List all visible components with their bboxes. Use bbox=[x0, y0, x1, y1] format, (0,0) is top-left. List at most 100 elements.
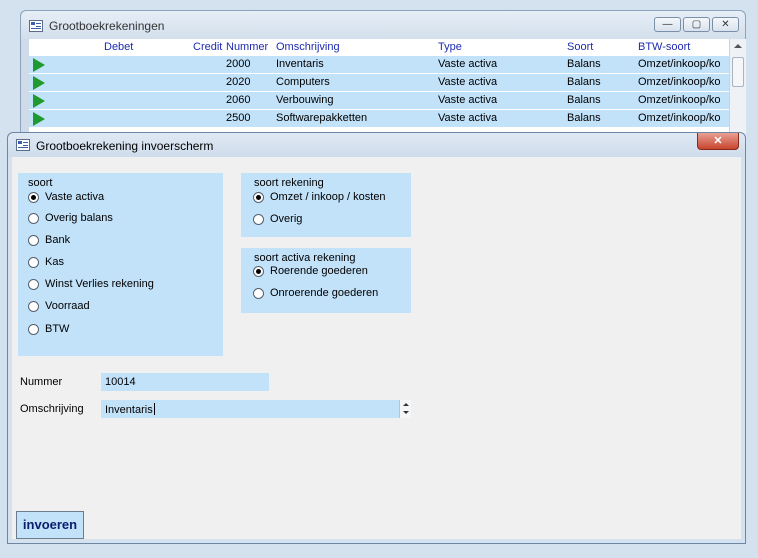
cell-btw-soort: Omzet/inkoop/ko bbox=[638, 76, 721, 88]
cell-soort: Balans bbox=[567, 112, 601, 124]
scroll-up-icon[interactable] bbox=[734, 44, 742, 48]
dialog-title: Grootboekrekening invoerscherm bbox=[36, 139, 214, 153]
minimize-button[interactable]: — bbox=[654, 17, 681, 32]
radio-selected-icon[interactable] bbox=[28, 191, 39, 203]
nummer-field[interactable]: 10014 bbox=[101, 373, 269, 391]
play-icon[interactable] bbox=[33, 76, 45, 90]
cell-type: Vaste activa bbox=[438, 76, 498, 88]
form-icon bbox=[29, 20, 43, 32]
radio-roerende-goederen[interactable]: Roerende goederen bbox=[253, 265, 368, 277]
radio-selected-icon[interactable] bbox=[253, 191, 264, 203]
cell-nummer: 2020 bbox=[226, 76, 251, 88]
radio-vaste-activa[interactable]: Vaste activa bbox=[28, 191, 104, 203]
invoeren-button[interactable]: invoeren bbox=[16, 511, 84, 539]
background-window-title: Grootboekrekeningen bbox=[49, 19, 165, 33]
column-header-soort[interactable]: Soort bbox=[567, 41, 593, 53]
nummer-label: Nummer bbox=[20, 376, 63, 388]
radio-winst-verlies[interactable]: Winst Verlies rekening bbox=[28, 278, 154, 290]
soort-rekening-group-title: soort rekening bbox=[254, 177, 324, 189]
radio-label: Overig bbox=[270, 213, 303, 225]
column-header-btw-soort[interactable]: BTW-soort bbox=[638, 41, 690, 53]
column-header-omschrijving[interactable]: Omschrijving bbox=[276, 41, 340, 53]
cell-nummer: 2060 bbox=[226, 94, 251, 106]
cell-omschrijving: Inventaris bbox=[276, 58, 324, 70]
nummer-value: 10014 bbox=[105, 376, 136, 388]
column-header-debet[interactable]: Debet bbox=[104, 41, 133, 53]
form-icon bbox=[16, 139, 30, 151]
text-caret bbox=[153, 403, 155, 415]
background-window-titlebar[interactable]: Grootboekrekeningen — ▢ ✕ bbox=[21, 11, 745, 39]
play-icon[interactable] bbox=[33, 58, 45, 72]
radio-unselected-icon[interactable] bbox=[28, 234, 39, 246]
dialog-client-area: soort Vaste activa Overig balans Bank Ka… bbox=[12, 157, 741, 539]
cell-btw-soort: Omzet/inkoop/ko bbox=[638, 112, 721, 124]
cell-nummer: 2500 bbox=[226, 112, 251, 124]
radio-unselected-icon[interactable] bbox=[28, 212, 39, 224]
entry-dialog: Grootboekrekening invoerscherm ✕ soort V… bbox=[7, 132, 746, 544]
radio-label: Omzet / inkoop / kosten bbox=[270, 191, 386, 203]
radio-unselected-icon[interactable] bbox=[28, 300, 39, 312]
radio-unselected-icon[interactable] bbox=[28, 323, 39, 335]
chevron-down-icon[interactable] bbox=[403, 411, 409, 414]
soort-group-title: soort bbox=[28, 177, 53, 189]
omschrijving-field[interactable]: Inventaris bbox=[101, 400, 411, 418]
radio-label: Bank bbox=[45, 234, 71, 246]
table-row[interactable]: 2500 Softwarepakketten Vaste activa Bala… bbox=[29, 110, 729, 127]
column-header-nummer[interactable]: Nummer bbox=[226, 41, 268, 53]
table-row[interactable]: 2020 Computers Vaste activa Balans Omzet… bbox=[29, 74, 729, 91]
radio-label: Overig balans bbox=[45, 212, 113, 224]
cell-type: Vaste activa bbox=[438, 94, 498, 106]
radio-label: Onroerende goederen bbox=[270, 287, 379, 299]
cell-btw-soort: Omzet/inkoop/ko bbox=[638, 94, 721, 106]
cell-soort: Balans bbox=[567, 94, 601, 106]
radio-unselected-icon[interactable] bbox=[28, 278, 39, 290]
radio-selected-icon[interactable] bbox=[253, 265, 264, 277]
table-row[interactable]: 2060 Verbouwing Vaste activa Balans Omze… bbox=[29, 92, 729, 109]
radio-label: BTW bbox=[45, 323, 70, 335]
radio-kas[interactable]: Kas bbox=[28, 256, 64, 268]
radio-onroerende-goederen[interactable]: Onroerende goederen bbox=[253, 287, 378, 299]
radio-label: Vaste activa bbox=[45, 191, 105, 203]
omschrijving-value: Inventaris bbox=[105, 404, 153, 416]
radio-omzet-inkoop-kosten[interactable]: Omzet / inkoop / kosten bbox=[253, 191, 386, 203]
grid-header: Debet Credit Nummer Omschrijving Type So… bbox=[29, 39, 729, 56]
column-header-type[interactable]: Type bbox=[438, 41, 462, 53]
omschrijving-label: Omschrijving bbox=[20, 403, 84, 415]
radio-overig[interactable]: Overig bbox=[253, 213, 302, 225]
table-row[interactable]: 2000 Inventaris Vaste activa Balans Omze… bbox=[29, 56, 729, 73]
close-button[interactable]: ✕ bbox=[712, 17, 739, 32]
play-icon[interactable] bbox=[33, 112, 45, 126]
scroll-thumb[interactable] bbox=[732, 57, 744, 87]
cell-soort: Balans bbox=[567, 76, 601, 88]
maximize-button[interactable]: ▢ bbox=[683, 17, 710, 32]
radio-btw[interactable]: BTW bbox=[28, 323, 69, 335]
chevron-up-icon[interactable] bbox=[403, 403, 409, 406]
cell-soort: Balans bbox=[567, 58, 601, 70]
radio-unselected-icon[interactable] bbox=[253, 213, 264, 225]
soort-rekening-group: soort rekening Omzet / inkoop / kosten O… bbox=[241, 173, 411, 237]
radio-overig-balans[interactable]: Overig balans bbox=[28, 212, 113, 224]
cell-omschrijving: Softwarepakketten bbox=[276, 112, 368, 124]
radio-label: Winst Verlies rekening bbox=[45, 278, 154, 290]
radio-label: Kas bbox=[45, 256, 64, 268]
radio-voorraad[interactable]: Voorraad bbox=[28, 300, 90, 312]
soort-activa-group: soort activa rekening Roerende goederen … bbox=[241, 248, 411, 313]
radio-label: Voorraad bbox=[45, 300, 90, 312]
play-icon[interactable] bbox=[33, 94, 45, 108]
dialog-titlebar[interactable]: Grootboekrekening invoerscherm ✕ bbox=[8, 133, 745, 157]
column-header-credit[interactable]: Credit bbox=[193, 41, 222, 53]
radio-label: Roerende goederen bbox=[270, 265, 368, 277]
dialog-close-button[interactable]: ✕ bbox=[697, 133, 739, 150]
cell-nummer: 2000 bbox=[226, 58, 251, 70]
radio-bank[interactable]: Bank bbox=[28, 234, 70, 246]
cell-btw-soort: Omzet/inkoop/ko bbox=[638, 58, 721, 70]
radio-unselected-icon[interactable] bbox=[28, 256, 39, 268]
cell-type: Vaste activa bbox=[438, 112, 498, 124]
cell-omschrijving: Computers bbox=[276, 76, 330, 88]
cell-type: Vaste activa bbox=[438, 58, 498, 70]
radio-unselected-icon[interactable] bbox=[253, 287, 264, 299]
cell-omschrijving: Verbouwing bbox=[276, 94, 334, 106]
soort-activa-group-title: soort activa rekening bbox=[254, 252, 356, 264]
soort-group: soort Vaste activa Overig balans Bank Ka… bbox=[18, 173, 223, 356]
omschrijving-spinner[interactable] bbox=[399, 400, 411, 418]
